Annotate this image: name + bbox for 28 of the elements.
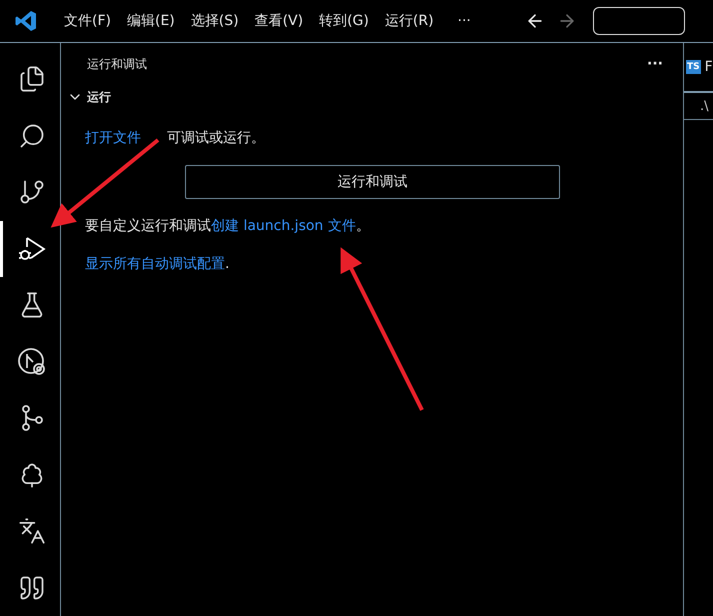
branch-icon[interactable] xyxy=(18,178,46,206)
paragraph: 要自定义运行和调试创建 launch.json 文件。 xyxy=(85,217,371,236)
app-logo-icon xyxy=(14,9,38,33)
run-debug-button[interactable]: 运行和调试 xyxy=(185,165,560,199)
link[interactable]: 显示所有自动调试配置 xyxy=(85,256,225,272)
typescript-file-icon: TS xyxy=(686,60,701,74)
menu-item[interactable]: 选择(S) xyxy=(182,12,247,30)
menu-item[interactable]: 运行(R) xyxy=(376,12,442,30)
section-title[interactable]: 运行 xyxy=(87,88,111,106)
menu-item[interactable]: 转到(G) xyxy=(311,12,377,30)
breadcrumb[interactable]: .\ xyxy=(700,98,709,114)
paragraph: 显示所有自动调试配置. xyxy=(85,255,230,274)
link[interactable]: 创建 launch.json 文件 xyxy=(211,218,356,234)
more-actions[interactable]: ··· xyxy=(647,56,663,72)
panel-title: 运行和调试 xyxy=(87,56,147,72)
tab-label[interactable]: F xyxy=(704,59,713,75)
paragraph: 打开文件 可调试或运行。 xyxy=(85,129,266,148)
files-icon[interactable] xyxy=(18,65,46,94)
menu-item[interactable]: 编辑(E) xyxy=(118,12,183,30)
quote-icon[interactable] xyxy=(18,574,46,602)
menu-item[interactable]: 查看(V) xyxy=(246,12,312,30)
more-menu[interactable]: ··· xyxy=(450,13,479,29)
search-icon[interactable] xyxy=(18,122,46,150)
command-field[interactable] xyxy=(592,7,685,35)
link[interactable]: 打开文件 xyxy=(85,130,141,146)
menu-item[interactable]: 文件(F) xyxy=(56,12,119,30)
translate-icon[interactable] xyxy=(18,517,46,546)
remote-explorer-icon[interactable] xyxy=(16,346,46,377)
